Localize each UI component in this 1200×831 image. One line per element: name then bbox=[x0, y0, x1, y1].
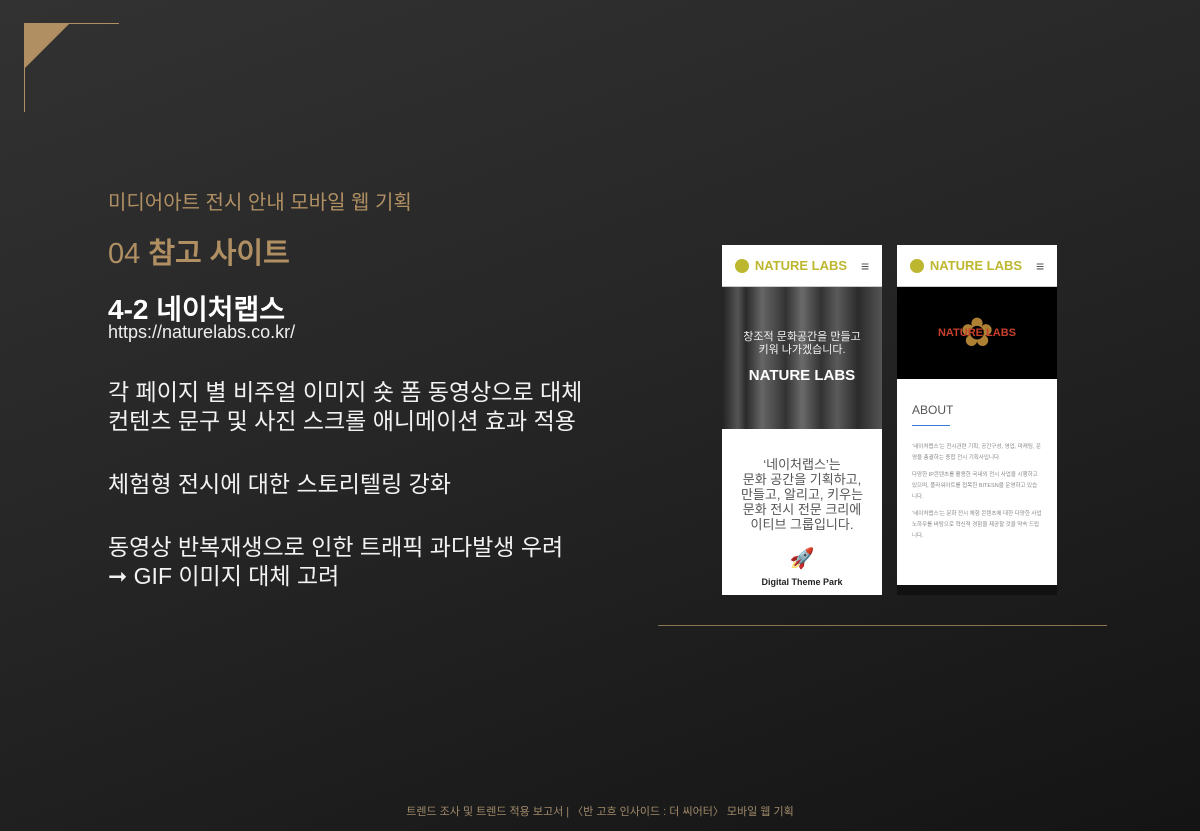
corner-ornament bbox=[24, 23, 119, 112]
bullet-3: 동영상 반복재생으로 인한 트래픽 과다발생 우려 ➞ GIF 이미지 대체 고려 bbox=[108, 534, 564, 589]
caption: Digital Theme Park bbox=[761, 577, 843, 587]
divider bbox=[912, 425, 950, 426]
logo-icon bbox=[909, 258, 924, 273]
logo-text: NATURE LABS bbox=[929, 258, 1023, 273]
divider-line bbox=[658, 625, 1107, 626]
about-paragraph: ‘네이처랩스’는 문화 전시 체험 콘텐츠에 대한 다양한 사업 노하우를 바탕… bbox=[912, 511, 1042, 539]
rocket-icon: 🚀 bbox=[789, 548, 815, 570]
phone-header: NATURE LABS ≡ bbox=[722, 245, 882, 287]
site-url[interactable]: https://naturelabs.co.kr/ bbox=[108, 322, 295, 343]
bullet-2: 체험형 전시에 대한 스토리텔링 강화 bbox=[108, 471, 451, 497]
hamburger-icon: ≡ bbox=[861, 257, 870, 274]
hero-image: 창조적 문화공간을 만들고 키워 나가겠습니다. NATURE LABS bbox=[722, 287, 882, 429]
about-paragraph: 다양한 IP콘텐츠를 활용한 국내외 전시 사업을 시행하고 있으며, 플라워아… bbox=[912, 472, 1038, 500]
about-paragraph: ‘네이처랩스’는 전시관련 기획, 공간구성, 영업, 마케팅, 운영을 총괄하… bbox=[912, 444, 1042, 461]
logo-text: NATURE LABS bbox=[754, 258, 848, 273]
phone-header: NATURE LABS ≡ bbox=[897, 245, 1057, 287]
phone-screenshot-home: NATURE LABS ≡ 창조적 문화공간을 만들고 키워 나가겠습니다. NATU… bbox=[722, 245, 882, 595]
about-title: ABOUT bbox=[912, 403, 954, 417]
intro-text: ‘네이처랩스’는 문화 공간을 기획하고, 만들고, 알리고, 키우는 문화 전시 전… bbox=[740, 457, 864, 532]
footer: 트렌드 조사 및 트렌드 적용 보고서 | 〈반 고흐 인사이드 : 더 씨어터… bbox=[406, 806, 794, 818]
hamburger-icon: ≡ bbox=[1036, 257, 1045, 274]
hero-video: ✿ NATURE LABS bbox=[897, 287, 1057, 379]
phone-screenshot-about: NATURE LABS ≡ ✿ NATURE LABS ABOUT ‘네이처랩스’는… bbox=[897, 245, 1057, 595]
logo-icon bbox=[734, 258, 749, 273]
bullet-1: 각 페이지 별 비주얼 이미지 숏 폼 동영상으로 대체 컨텐츠 문구 및 사진 … bbox=[108, 379, 583, 434]
section-title: 04 참고 사이트 bbox=[108, 238, 290, 270]
footer-strip bbox=[897, 585, 1057, 595]
subtitle: 미디어아트 전시 안내 모바일 웹 기획 bbox=[108, 192, 412, 214]
